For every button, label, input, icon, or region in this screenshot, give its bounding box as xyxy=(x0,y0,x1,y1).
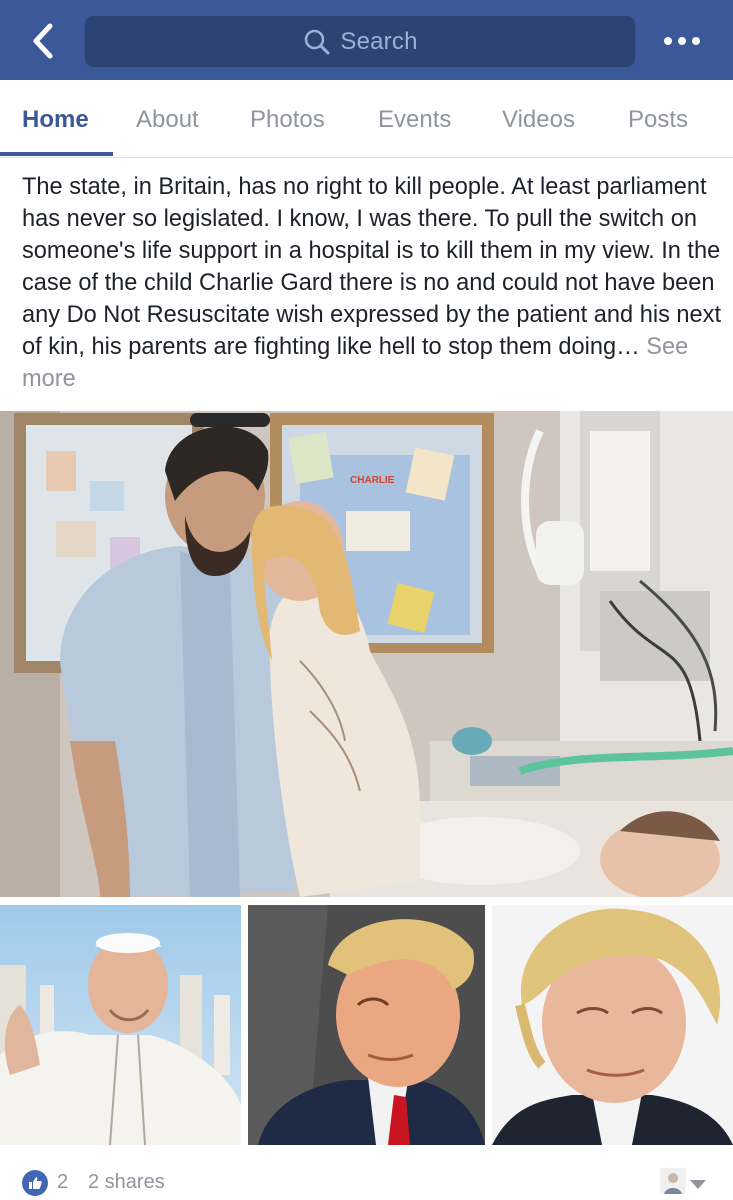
more-options-button[interactable] xyxy=(652,26,712,56)
avatar[interactable] xyxy=(660,1168,686,1194)
thumbs-up-icon[interactable] xyxy=(22,1170,48,1196)
more-dot xyxy=(692,37,700,45)
active-tab-indicator xyxy=(0,152,113,156)
like-count[interactable]: 2 xyxy=(57,1171,68,1194)
caret-down-icon[interactable] xyxy=(690,1180,706,1189)
tab-photos[interactable]: Photos xyxy=(250,106,325,134)
top-navigation-bar: Search xyxy=(0,0,733,80)
portrait-photo-blond-hair xyxy=(492,905,733,1145)
back-button[interactable] xyxy=(22,18,68,64)
search-placeholder: Search xyxy=(340,27,418,55)
shares-count[interactable]: 2 shares xyxy=(88,1171,165,1194)
post-photo-main[interactable]: CHARLIE xyxy=(0,411,733,897)
post-text: The state, in Britain, has no right to k… xyxy=(22,174,722,360)
poster-text: CHARLIE xyxy=(350,475,395,486)
tab-posts[interactable]: Posts xyxy=(628,106,688,134)
portrait-photo-white-robe xyxy=(0,905,241,1145)
hospital-room-photo: CHARLIE xyxy=(0,411,733,897)
search-input[interactable]: Search xyxy=(85,16,635,67)
chevron-left-icon xyxy=(33,23,53,59)
portrait-photo-red-tie xyxy=(248,905,485,1145)
post-photo-4[interactable] xyxy=(492,905,733,1145)
tab-videos[interactable]: Videos xyxy=(502,106,575,134)
tab-events[interactable]: Events xyxy=(378,106,451,134)
page-tabs: Home About Photos Events Videos Posts xyxy=(0,80,733,158)
post-body: The state, in Britain, has no right to k… xyxy=(22,171,722,395)
more-dots-icon xyxy=(664,37,672,45)
post-footer: 2 2 shares xyxy=(0,1160,733,1200)
search-icon xyxy=(305,29,330,54)
tab-home[interactable]: Home xyxy=(22,106,89,134)
avatar-image xyxy=(660,1168,686,1194)
post-photo-2[interactable] xyxy=(0,905,241,1145)
tab-about[interactable]: About xyxy=(136,106,199,134)
post-photo-3[interactable] xyxy=(248,905,485,1145)
thumbs-up-glyph xyxy=(29,1177,42,1189)
more-dot xyxy=(678,37,686,45)
